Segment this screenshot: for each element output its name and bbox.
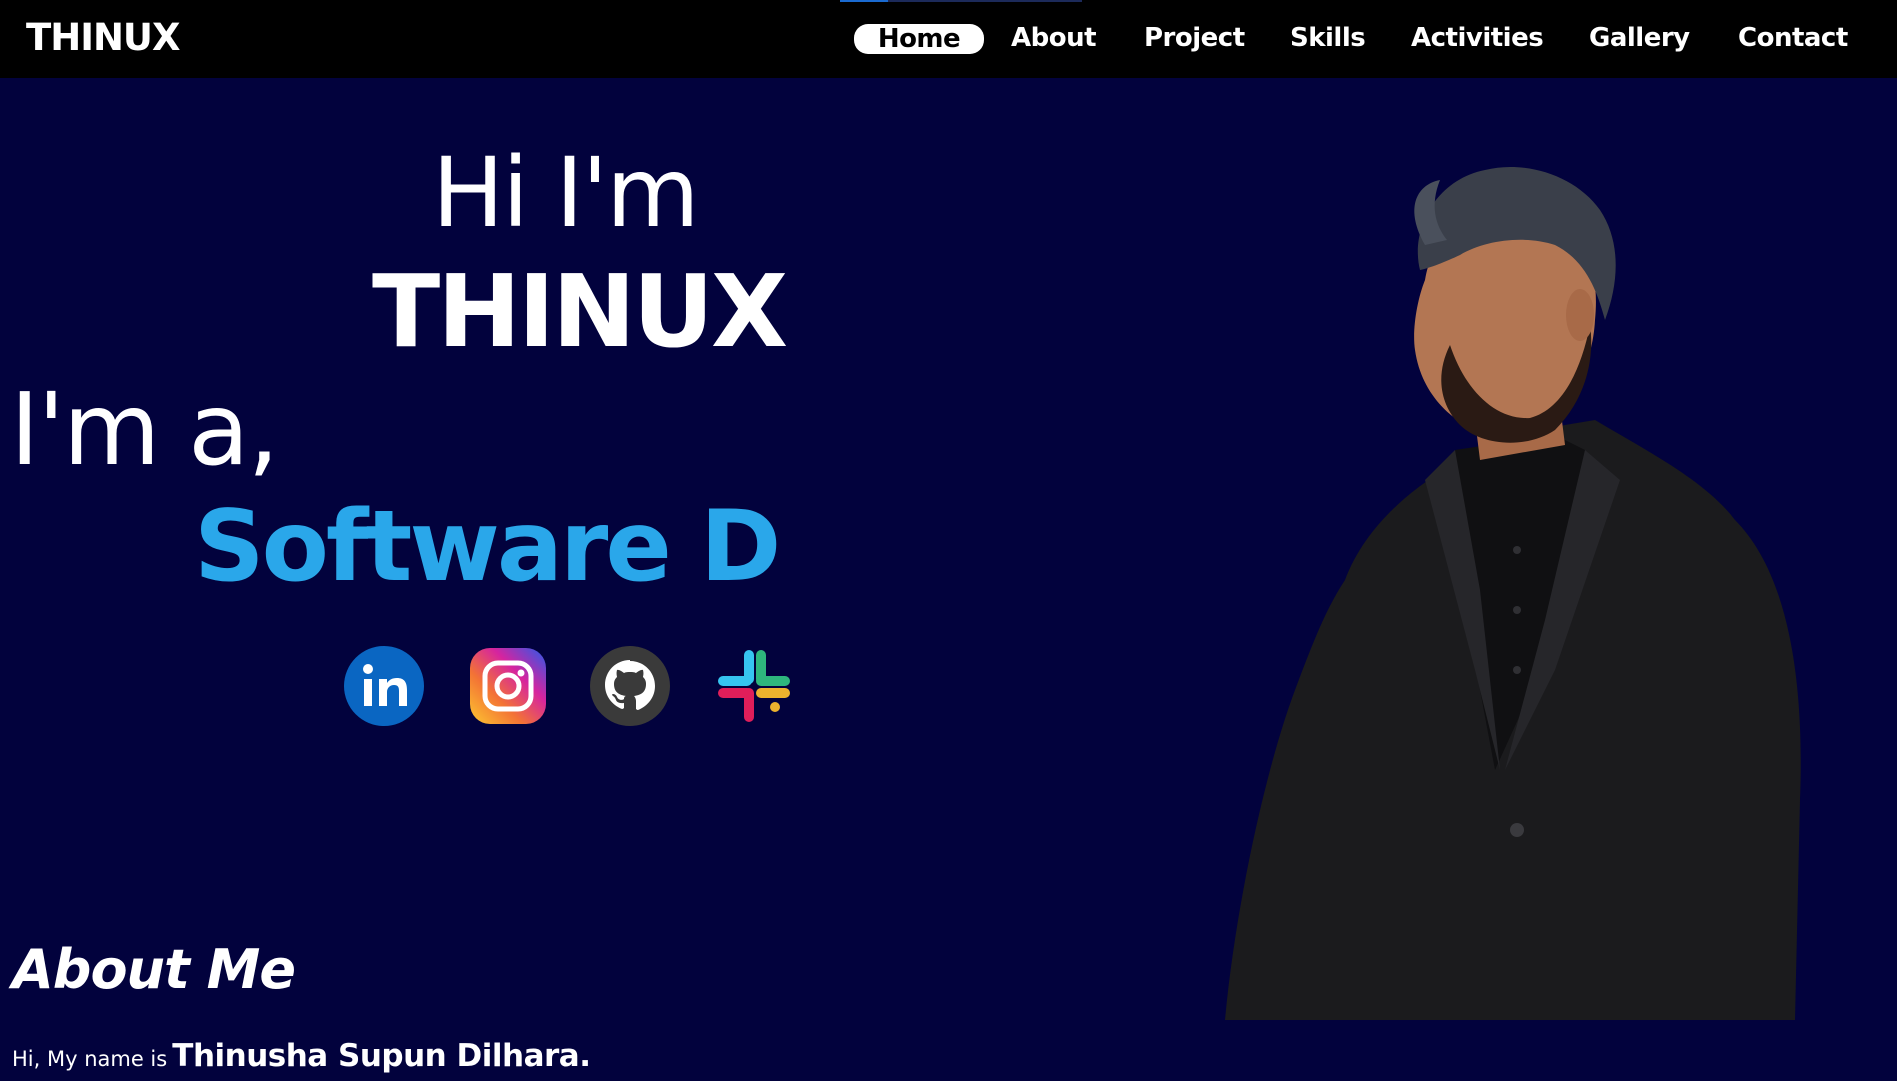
about-full-name: Thinusha Supun Dilhara. <box>172 1038 591 1074</box>
nav-item-contact[interactable]: Contact <box>1738 22 1848 54</box>
slack-icon[interactable] <box>714 646 794 726</box>
brand-logo[interactable]: THINUX <box>26 16 181 60</box>
nav-item-skills[interactable]: Skills <box>1290 22 1366 54</box>
hero-name: THINUX <box>372 253 788 370</box>
nav-scroll-indicator-accent <box>840 0 888 2</box>
hero-role-typing: Software D <box>194 490 781 604</box>
hero-greeting: Hi I'm <box>432 137 700 249</box>
github-icon[interactable] <box>590 646 670 726</box>
nav-item-about[interactable]: About <box>1011 22 1097 54</box>
profile-photo <box>1225 150 1825 1020</box>
about-intro-prefix: Hi, My name is <box>12 1047 168 1071</box>
top-navbar: THINUX Home About Project Skills Activit… <box>0 0 1897 78</box>
nav-item-activities[interactable]: Activities <box>1411 22 1544 54</box>
about-intro: Hi, My name is Thinusha Supun Dilhara. <box>12 1036 591 1081</box>
nav-item-gallery[interactable]: Gallery <box>1589 22 1690 54</box>
linkedin-icon[interactable] <box>344 646 424 726</box>
nav-item-project[interactable]: Project <box>1144 22 1245 54</box>
nav-item-home[interactable]: Home <box>854 24 984 54</box>
hero-intro: I'm a, <box>10 371 279 488</box>
instagram-icon[interactable] <box>468 646 548 726</box>
about-section-title: About Me <box>12 938 296 1001</box>
